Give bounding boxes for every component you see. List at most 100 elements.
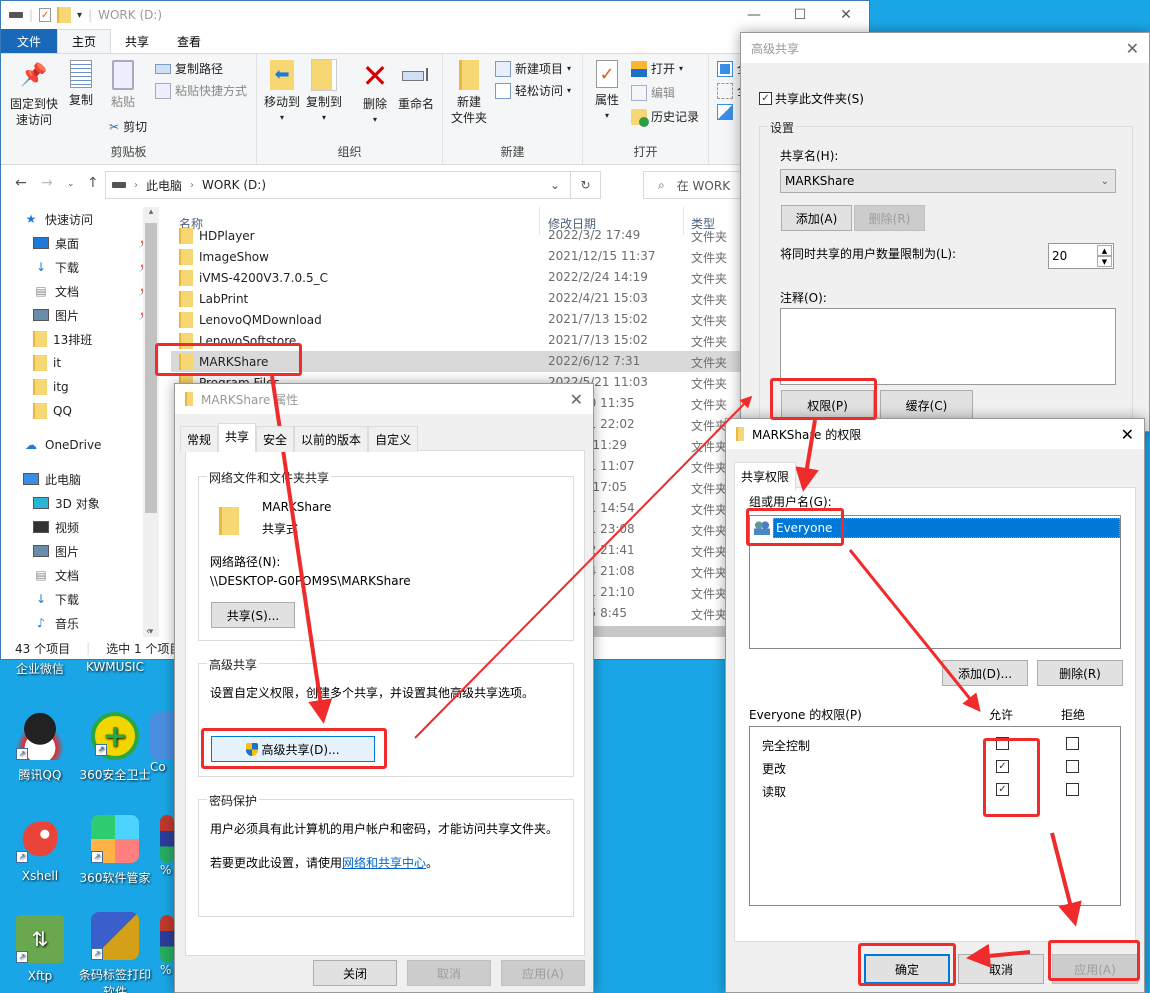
checkbox-checked[interactable]: ✓ [759, 92, 772, 105]
share-button[interactable]: 共享(S)... [211, 602, 295, 628]
sidebar-item[interactable]: ▤文档📌 [1, 279, 159, 303]
close-icon[interactable]: ✕ [1121, 425, 1134, 444]
tab-file[interactable]: 文件 [1, 29, 58, 53]
history-button[interactable]: 历史记录 [631, 108, 699, 127]
easy-access-button[interactable]: 轻松访问 ▾ [495, 82, 571, 99]
sidebar-item[interactable]: ↓ 下载 [1, 587, 159, 611]
copy-to-button[interactable]: 复制到 ▾ [303, 59, 345, 126]
scroll-left-arrow[interactable]: ‹ [146, 626, 150, 637]
desktop-label-kwmusic[interactable]: KWMUSIC [75, 660, 155, 674]
allow-checkbox[interactable]: ✓ [996, 783, 1009, 796]
desktop-icon-qq[interactable]: ↗ 腾讯QQ [0, 712, 80, 783]
up-button[interactable]: ↑ [87, 175, 99, 191]
deny-checkbox[interactable] [1066, 783, 1079, 796]
tab-0[interactable]: 常规 [180, 426, 219, 452]
sidebar-item[interactable]: 桌面📌 [1, 231, 159, 255]
sidebar-item[interactable]: ↓下载📌 [1, 255, 159, 279]
sidebar-item[interactable]: 此电脑 [1, 467, 159, 491]
sidebar-item[interactable]: itg [1, 375, 159, 399]
breadcrumb-this-pc[interactable]: 此电脑 [146, 177, 182, 194]
allow-checkbox[interactable]: ✓ [996, 760, 1009, 773]
deny-checkbox[interactable] [1066, 760, 1079, 773]
scrollbar-thumb[interactable] [145, 223, 157, 513]
share-name-dropdown[interactable]: MARKShare ⌄ [780, 169, 1116, 193]
properties-button[interactable]: ✓ 属性 ▾ [589, 60, 625, 124]
recent-locations-button[interactable]: ⌄ [67, 179, 75, 189]
tab-view[interactable]: 查看 [163, 29, 215, 53]
copy-button[interactable]: 复制 [63, 60, 99, 108]
sidebar-item[interactable]: 13排班 [1, 327, 159, 351]
permissions-button[interactable]: 权限(P) [781, 390, 874, 420]
sidebar-item[interactable]: ☁ OneDrive [1, 433, 159, 457]
cut-button[interactable]: ✂ 剪切 [109, 118, 147, 135]
sidebar-item[interactable]: ▤ 文档 [1, 563, 159, 587]
desktop-icon-xshell[interactable]: ↗ Xshell [0, 815, 80, 883]
spin-up-button[interactable]: ▲ [1097, 245, 1112, 256]
move-to-button[interactable]: ⬅ 移动到 ▾ [261, 60, 303, 126]
add-share-button[interactable]: 添加(A) [781, 205, 852, 231]
network-sharing-center-link[interactable]: 网络和共享中心 [342, 856, 426, 870]
sidebar-item[interactable]: 视频 [1, 515, 159, 539]
user-limit-spinner[interactable]: 20 ▲ ▼ [1048, 243, 1114, 269]
tab-home[interactable]: 主页 [57, 29, 112, 53]
sidebar-item[interactable]: 图片📌 [1, 303, 159, 327]
share-folder-checkbox[interactable]: ✓ 共享此文件夹(S) [759, 90, 864, 107]
copy-path-button[interactable]: 复制路径 [155, 60, 223, 77]
comment-textarea[interactable] [780, 308, 1116, 385]
minimize-button[interactable]: — [731, 1, 777, 29]
tab-3[interactable]: 以前的版本 [294, 426, 369, 452]
tab-share[interactable]: 共享 [111, 29, 163, 53]
desktop-label-wechat-work[interactable]: 企业微信 [0, 660, 80, 677]
scroll-up-arrow[interactable]: ▴ [143, 207, 159, 221]
close-dialog-button[interactable]: 关闭 [313, 960, 397, 986]
customize-toolbar-icon[interactable]: ▾ [77, 10, 82, 21]
pin-quick-access-button[interactable]: 📌 固定到快 速访问 [7, 60, 61, 128]
caching-button[interactable]: 缓存(C) [880, 390, 973, 420]
sidebar-item[interactable]: it [1, 351, 159, 375]
add-user-button[interactable]: 添加(D)... [942, 660, 1028, 686]
address-bar[interactable]: › 此电脑 › WORK (D:) ⌄ ↻ [105, 171, 601, 199]
new-folder-quick-icon[interactable] [57, 7, 72, 23]
paste-button[interactable]: 粘贴 [105, 60, 141, 110]
new-folder-button[interactable]: 新建 文件夹 [449, 60, 489, 126]
desktop-icon-360-security[interactable]: + ↗ 360安全卫士 [75, 712, 155, 783]
desktop-icon-barcode[interactable]: ↗ 条码标签打印软件 [75, 912, 155, 993]
desktop-icon-360-software[interactable]: ↗ 360软件管家 [75, 815, 155, 886]
edit-button[interactable]: 编辑 [631, 84, 675, 101]
cancel-button[interactable]: 取消 [958, 954, 1044, 984]
properties-quick-icon[interactable]: ✓ [39, 8, 52, 22]
cancel-button[interactable]: 取消 [407, 960, 491, 986]
maximize-button[interactable]: ☐ [777, 1, 823, 29]
tab-2[interactable]: 安全 [256, 426, 295, 452]
close-icon[interactable]: ✕ [1126, 39, 1139, 58]
user-list-item-everyone[interactable]: Everyone [754, 518, 1120, 538]
open-button[interactable]: 打开 ▾ [631, 60, 683, 77]
close-icon[interactable]: ✕ [570, 390, 583, 409]
allow-checkbox[interactable] [996, 737, 1009, 750]
forward-button[interactable]: → [41, 175, 53, 191]
sidebar-item[interactable]: 图片 [1, 539, 159, 563]
address-dropdown-button[interactable]: ⌄ [550, 178, 560, 192]
back-button[interactable]: ← [15, 175, 27, 191]
paste-shortcut-button[interactable]: 粘贴快捷方式 [155, 82, 247, 99]
rename-button[interactable]: I 重命名 [395, 60, 437, 112]
sidebar-item[interactable]: ★ 快速访问 [1, 207, 159, 231]
tab-4[interactable]: 自定义 [368, 426, 419, 452]
apply-button[interactable]: 应用(A) [501, 960, 585, 986]
ok-button[interactable]: 确定 [864, 954, 950, 984]
apply-button[interactable]: 应用(A) [1052, 954, 1138, 984]
spin-down-button[interactable]: ▼ [1097, 256, 1112, 267]
sidebar-item[interactable]: QQ [1, 399, 159, 423]
advanced-sharing-button[interactable]: 高级共享(D)... [211, 736, 375, 762]
breadcrumb-drive[interactable]: WORK (D:) [202, 178, 266, 192]
deny-checkbox[interactable] [1066, 737, 1079, 750]
desktop-icon-xftp[interactable]: ⇅ ↗ Xftp [0, 915, 80, 983]
remove-share-button[interactable]: 删除(R) [854, 205, 925, 231]
new-item-button[interactable]: 新建项目 ▾ [495, 60, 571, 77]
nav-pane-scrollbar[interactable]: ▴ ▾ [143, 207, 159, 641]
sidebar-item[interactable]: 3D 对象 [1, 491, 159, 515]
remove-user-button[interactable]: 删除(R) [1037, 660, 1123, 686]
delete-button[interactable]: ✕ 删除 ▾ [357, 60, 393, 128]
tab-share-permissions[interactable]: 共享权限 [734, 462, 797, 490]
refresh-button[interactable]: ↻ [570, 172, 600, 198]
